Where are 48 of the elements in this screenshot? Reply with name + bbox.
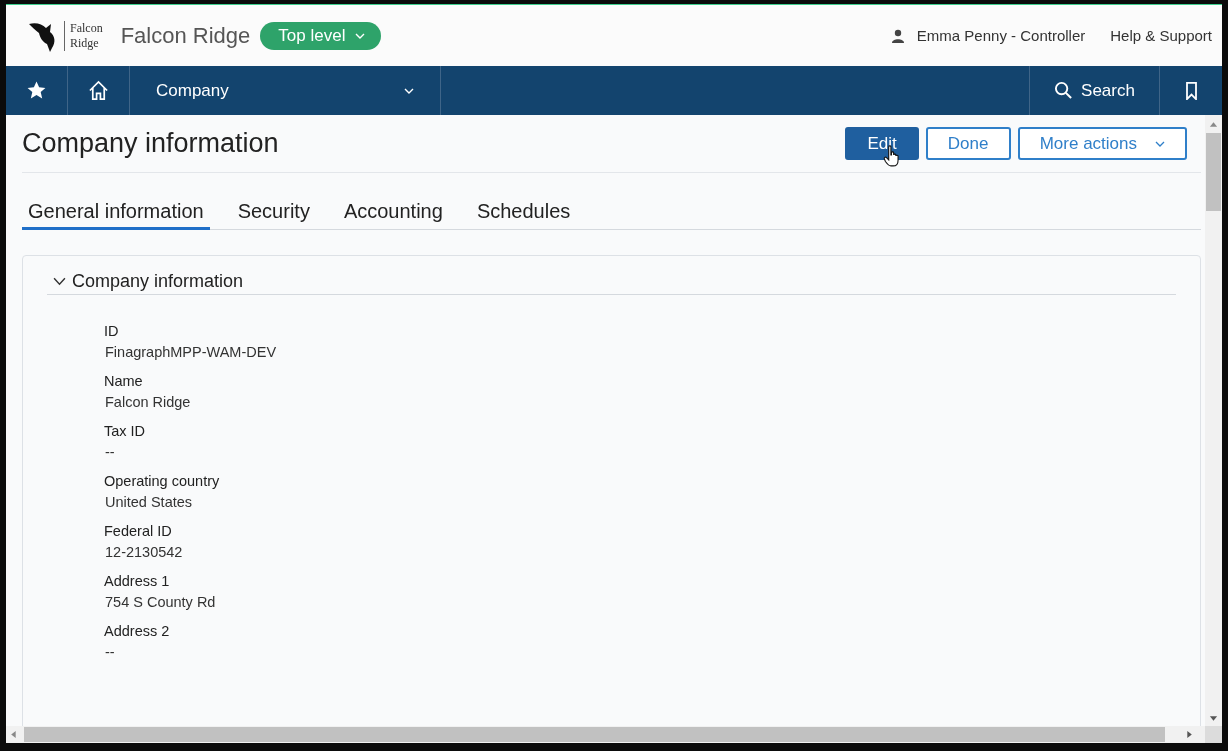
more-actions-dropdown[interactable]: More actions bbox=[1017, 127, 1187, 160]
company-name: Falcon Ridge bbox=[120, 22, 251, 49]
tab[interactable]: Accounting bbox=[343, 200, 443, 230]
field-value: 12-2130542 bbox=[104, 544, 184, 560]
chevron-icon bbox=[1155, 140, 1165, 147]
logo-text: Falcon bbox=[70, 20, 103, 36]
bookmark-icon bbox=[1184, 81, 1198, 100]
field-label: Operating country bbox=[104, 473, 221, 489]
tab[interactable]: Security bbox=[237, 200, 310, 230]
field-label: Address 1 bbox=[104, 573, 171, 589]
company-menu[interactable]: Company bbox=[130, 66, 441, 115]
field-label: Name bbox=[104, 373, 144, 389]
scroll-up-arrow-icon[interactable] bbox=[1209, 121, 1218, 127]
section-toggle[interactable]: Company information bbox=[47, 271, 244, 292]
scroll-right-arrow-icon[interactable] bbox=[1187, 730, 1193, 739]
chevron-icon bbox=[53, 277, 66, 286]
field-value: United States bbox=[104, 494, 194, 510]
field-label: Address 2 bbox=[104, 623, 171, 639]
action-button[interactable]: Done bbox=[925, 127, 1011, 160]
chevron-icon bbox=[355, 32, 366, 39]
scrollbar-corner bbox=[1205, 726, 1222, 743]
vertical-scrollbar[interactable] bbox=[1205, 115, 1222, 726]
scroll-left-arrow-icon[interactable] bbox=[10, 730, 16, 739]
field-label: ID bbox=[104, 323, 120, 339]
field-value: Falcon Ridge bbox=[104, 394, 192, 410]
star-icon bbox=[26, 80, 47, 101]
field-label: Federal ID bbox=[104, 523, 173, 539]
user-menu[interactable]: Emma Penny - Controller bbox=[916, 27, 1086, 44]
action-button[interactable]: Edit bbox=[845, 127, 919, 160]
field-value: -- bbox=[104, 644, 116, 660]
horizontal-scrollbar[interactable] bbox=[6, 726, 1222, 743]
tab[interactable]: General information bbox=[22, 200, 210, 230]
help-link[interactable]: Help & Support bbox=[1110, 27, 1212, 44]
home-icon bbox=[88, 80, 109, 101]
search-icon bbox=[1054, 81, 1074, 100]
scroll-down-arrow-icon[interactable] bbox=[1209, 716, 1218, 722]
field-label: Tax ID bbox=[104, 423, 147, 439]
logo-text: Ridge bbox=[70, 35, 100, 51]
scrollbar-thumb[interactable] bbox=[1206, 133, 1221, 211]
search-button[interactable]: Search bbox=[1029, 66, 1160, 115]
field-value: 754 S County Rd bbox=[104, 594, 217, 610]
user-icon bbox=[890, 28, 905, 43]
field-value: FinagraphMPP-WAM-DEV bbox=[104, 344, 278, 360]
scrollbar-thumb[interactable] bbox=[24, 727, 1165, 742]
chevron-icon bbox=[404, 87, 414, 94]
page-title: Company information bbox=[22, 128, 279, 159]
field-value: -- bbox=[104, 444, 116, 460]
tab[interactable]: Schedules bbox=[476, 200, 571, 230]
